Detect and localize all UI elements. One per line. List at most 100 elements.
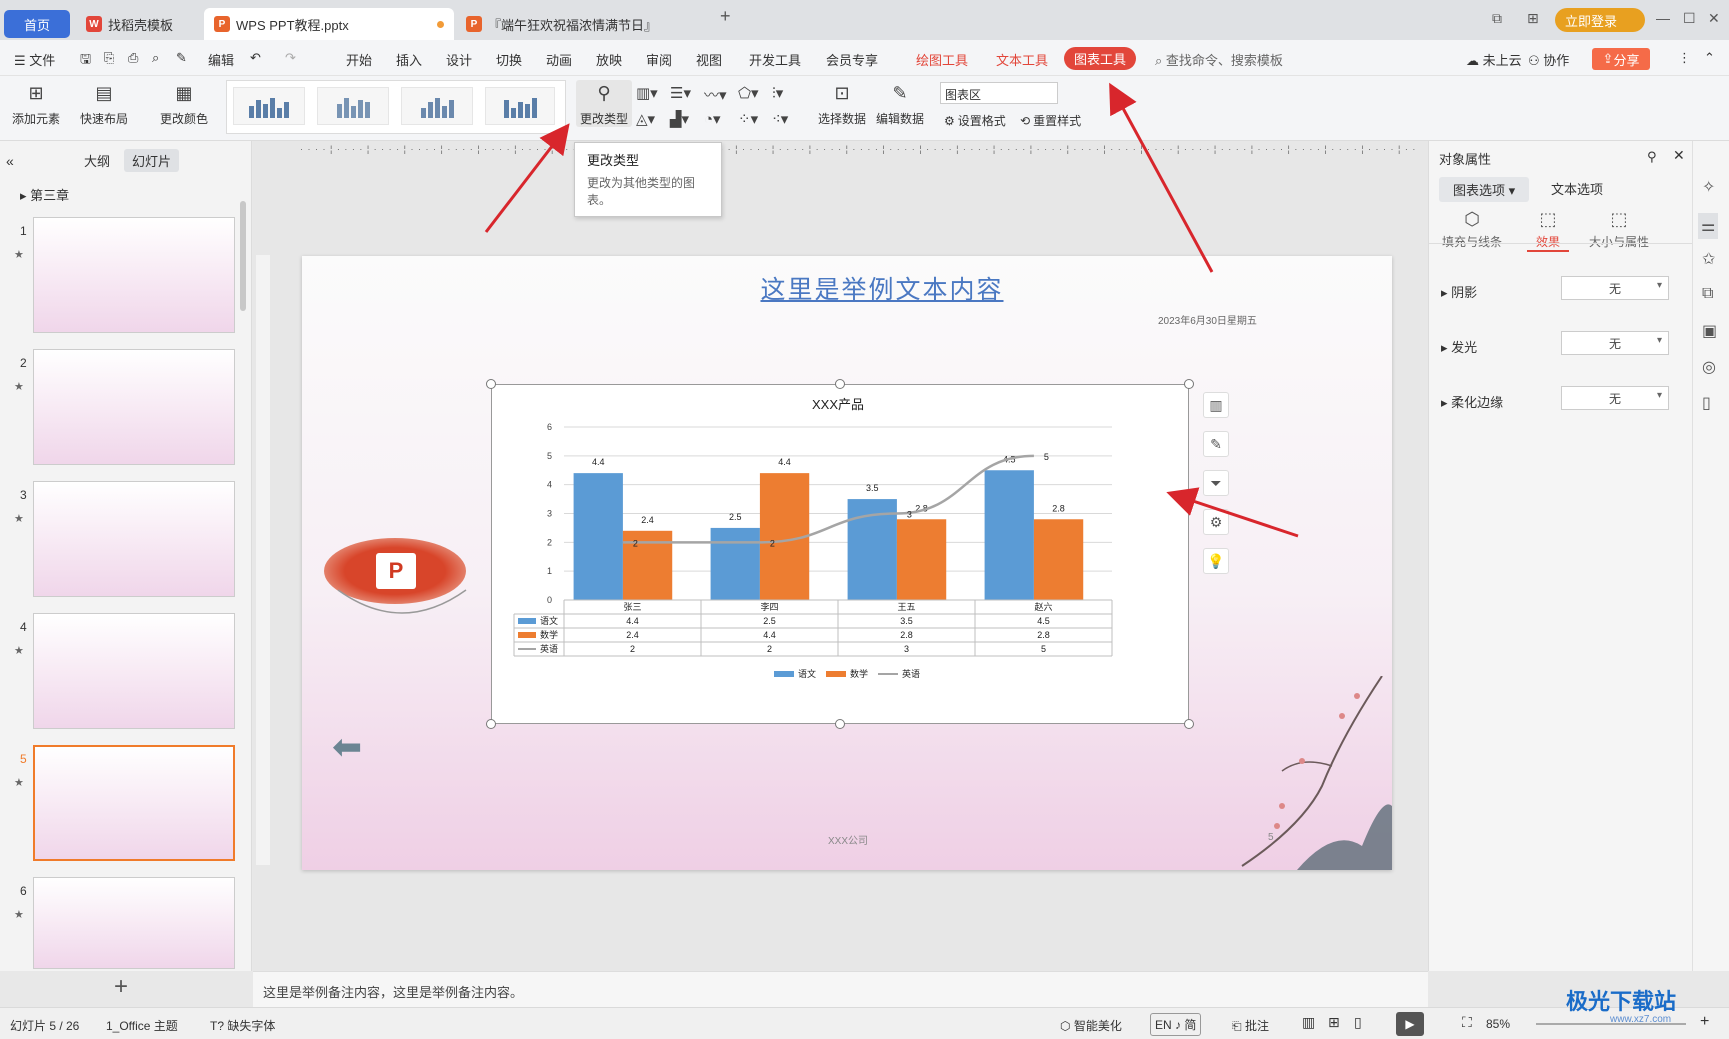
bar-chart-icon[interactable]: ▥▾	[636, 84, 658, 102]
glow-select[interactable]: 无	[1561, 331, 1669, 355]
section-header[interactable]: ▸ 第三章	[20, 185, 69, 204]
minimize-icon[interactable]: —	[1656, 10, 1670, 26]
menu-chart-tool[interactable]: 图表工具	[1064, 47, 1137, 70]
menu-developer[interactable]: 开发工具	[749, 50, 801, 69]
area-chart-icon[interactable]: ◬▾	[636, 110, 655, 128]
book-icon[interactable]: ▯	[1702, 393, 1711, 413]
resize-handle[interactable]	[1184, 379, 1194, 389]
tab-slides[interactable]: 幻灯片	[124, 149, 180, 172]
line-chart-icon[interactable]: 〰▾	[704, 84, 727, 105]
close-icon[interactable]: ✕	[1708, 10, 1720, 27]
menu-insert[interactable]: 插入	[396, 50, 422, 69]
more-icon[interactable]: ⋮	[1678, 50, 1691, 66]
pie-chart-icon[interactable]: ◔▾	[704, 110, 721, 128]
soft-edge-select[interactable]: 无	[1561, 386, 1669, 410]
tab-text-options[interactable]: 文本选项	[1551, 179, 1603, 198]
chart-style-brush-icon[interactable]: ✎	[1203, 431, 1229, 457]
close-panel-icon[interactable]: ✕	[1673, 147, 1685, 164]
chart-element-select[interactable]: 图表区	[940, 82, 1058, 104]
print-icon[interactable]: ⎙	[128, 50, 138, 66]
menu-draw-tool[interactable]: 绘图工具	[916, 50, 968, 69]
menu-text-tool[interactable]: 文本工具	[996, 50, 1048, 69]
menu-file[interactable]: ☰ 文件	[14, 50, 55, 69]
maximize-icon[interactable]: ☐	[1683, 10, 1696, 27]
cloud-status[interactable]: ☁ 未上云	[1466, 50, 1522, 69]
subtab-effect[interactable]: ⬚ 效果	[1527, 209, 1569, 252]
reset-style-button[interactable]: ⟲ 重置样式	[1020, 112, 1081, 129]
tab-template[interactable]: W 找稻壳模板	[76, 8, 198, 40]
add-slide-icon[interactable]: +	[114, 973, 128, 1001]
theme-name[interactable]: 1_Office 主题	[106, 1017, 178, 1034]
tab-document-2[interactable]: P 『端午狂欢祝福浓情满节日』	[456, 8, 696, 40]
beautify-button[interactable]: ⬡ 智能美化	[1060, 1017, 1122, 1034]
chart-style-2[interactable]	[317, 87, 389, 125]
slide-date[interactable]: 2023年6月30日星期五	[1158, 312, 1257, 327]
layout-icon[interactable]: ⧉	[1492, 10, 1502, 27]
resize-handle[interactable]	[835, 379, 845, 389]
menu-start[interactable]: 开始	[346, 50, 372, 69]
fit-window-icon[interactable]: ⛶	[1462, 1014, 1472, 1031]
sorter-view-icon[interactable]: ⊞	[1328, 1014, 1340, 1031]
stock-chart-icon[interactable]: ⫶▾	[772, 84, 783, 102]
save-icon[interactable]: 🖫	[80, 50, 91, 72]
chart-style-4[interactable]	[485, 87, 555, 125]
soft-edge-row[interactable]: ▸ 柔化边缘	[1441, 392, 1503, 411]
menu-slideshow[interactable]: 放映	[596, 50, 622, 69]
ime-indicator[interactable]: EN ♪ 简	[1150, 1013, 1202, 1036]
combo-chart-icon[interactable]: ▟▾	[670, 110, 689, 128]
new-tab-icon[interactable]: +	[720, 6, 731, 27]
undo-icon[interactable]: ↶	[250, 50, 261, 66]
slide-footer-number[interactable]: 5	[1268, 832, 1274, 843]
back-arrow-icon[interactable]: ⬅	[332, 726, 362, 768]
tab-chart-options[interactable]: 图表选项 ▾	[1439, 177, 1530, 202]
resize-handle[interactable]	[486, 379, 496, 389]
slide-title[interactable]: 这里是举例文本内容	[732, 270, 1032, 306]
panel-title[interactable]: 对象属性	[1439, 149, 1491, 168]
slide-thumbnail[interactable]	[33, 349, 235, 465]
slide-footer-company[interactable]: XXX公司	[828, 832, 868, 847]
menu-review[interactable]: 审阅	[646, 50, 672, 69]
chart-style-3[interactable]	[401, 87, 473, 125]
column-chart-icon[interactable]: ☰▾	[670, 84, 691, 102]
slide-show-icon[interactable]: ⧉	[1702, 285, 1713, 303]
chart-filter-icon[interactable]: ⏷	[1203, 470, 1229, 496]
chart-settings-icon[interactable]: ⚙	[1203, 509, 1229, 535]
compass-icon[interactable]: ◎	[1702, 357, 1716, 377]
change-color-button[interactable]: ▦ 更改颜色	[160, 80, 208, 127]
share-button[interactable]: ⇪ 分享	[1592, 48, 1650, 70]
speaker-notes[interactable]: 这里是举例备注内容，这里是举例备注内容。	[253, 971, 1428, 1007]
set-format-button[interactable]: ⚙ 设置格式	[944, 112, 1006, 129]
slide-thumbnail[interactable]	[33, 613, 235, 729]
panel-scrollbar[interactable]	[240, 201, 246, 311]
slide-thumbnail-selected[interactable]	[33, 745, 235, 861]
bubble-chart-icon[interactable]: ⁖▾	[772, 110, 788, 128]
preview-icon[interactable]: ⌕	[152, 50, 159, 66]
comment-button[interactable]: ⎗ 批注	[1232, 1017, 1269, 1034]
edit-data-button[interactable]: ✎ 编辑数据	[876, 80, 924, 127]
add-element-button[interactable]: ⊞ 添加元素	[12, 80, 60, 127]
magic-icon[interactable]: ✧	[1702, 177, 1715, 197]
collapse-icon[interactable]: ⌃	[1704, 50, 1715, 66]
login-button[interactable]: 立即登录	[1555, 8, 1645, 32]
chart-object[interactable]: XXX产品 0 1 2 3 4 5 6 4.4 2.5 3.5 4.5 2.4 4.4 2.8 2.8 2 2 3 5…	[491, 384, 1189, 724]
resize-handle[interactable]	[1184, 719, 1194, 729]
menu-edit[interactable]: 编辑	[208, 50, 234, 69]
tab-document-active[interactable]: P WPS PPT教程.pptx	[204, 8, 454, 40]
resize-handle[interactable]	[835, 719, 845, 729]
chart-elements-icon[interactable]: ▥	[1203, 392, 1229, 418]
tab-home[interactable]: 首页	[4, 10, 70, 38]
menu-design[interactable]: 设计	[446, 50, 472, 69]
format-icon[interactable]: ✎	[176, 50, 187, 66]
radar-chart-icon[interactable]: ⬠▾	[738, 84, 759, 102]
image-icon[interactable]: ▣	[1702, 321, 1717, 341]
chart-style-1[interactable]	[233, 87, 305, 125]
shadow-row[interactable]: ▸ 阴影	[1441, 282, 1477, 301]
slide-thumbnail[interactable]	[33, 877, 235, 969]
slide-thumbnail[interactable]	[33, 217, 235, 333]
collab-button[interactable]: ⚇ 协作	[1528, 50, 1569, 69]
resize-handle[interactable]	[486, 719, 496, 729]
play-button[interactable]: ▶	[1396, 1012, 1424, 1036]
normal-view-icon[interactable]: ▥	[1302, 1014, 1315, 1031]
notes-text[interactable]: 这里是举例备注内容，这里是举例备注内容。	[263, 985, 523, 1000]
scatter-chart-icon[interactable]: ⁘▾	[738, 110, 758, 128]
